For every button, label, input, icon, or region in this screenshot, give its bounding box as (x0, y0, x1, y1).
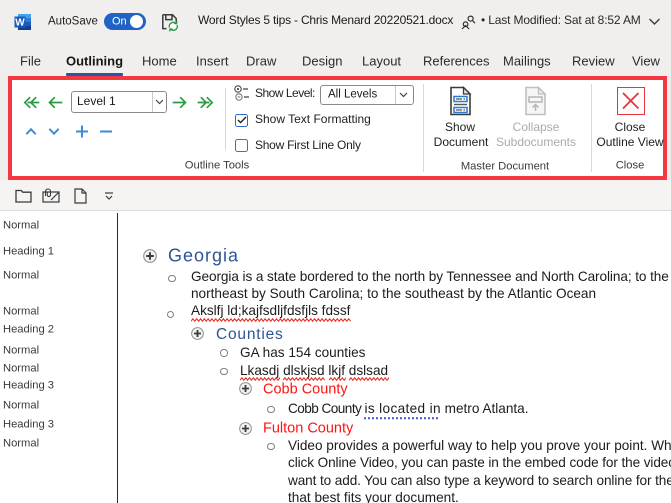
svg-text:W: W (15, 18, 25, 29)
